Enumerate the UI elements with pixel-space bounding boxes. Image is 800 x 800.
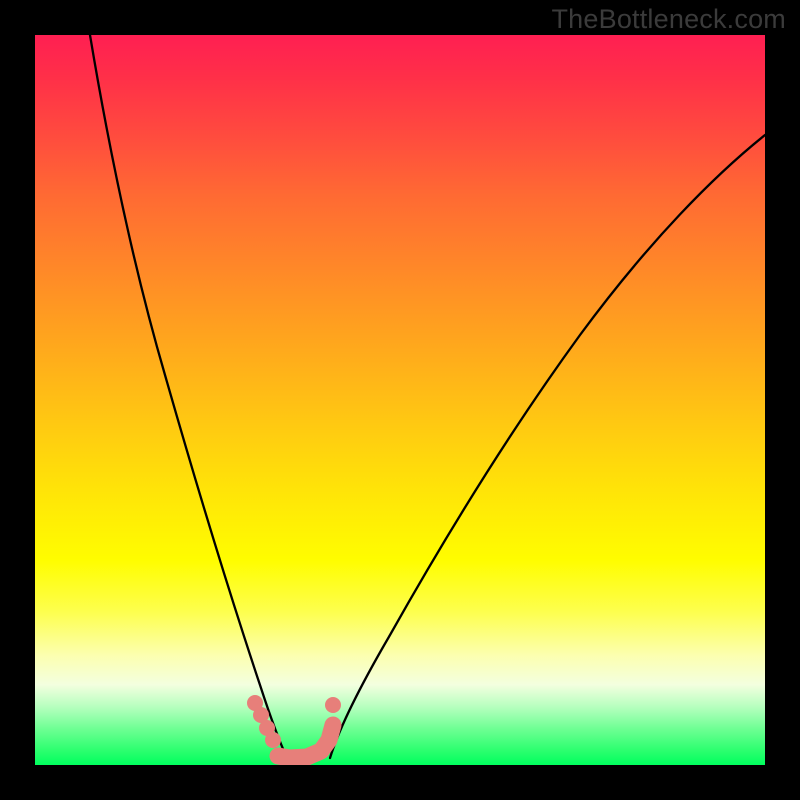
marker-dot — [265, 732, 281, 748]
chart-frame: TheBottleneck.com — [0, 0, 800, 800]
curves-svg — [35, 35, 765, 765]
marker-dot — [325, 697, 341, 713]
left-curve — [90, 35, 287, 758]
valley-marker-stroke — [278, 725, 333, 758]
watermark-text: TheBottleneck.com — [551, 4, 786, 35]
plot-area — [35, 35, 765, 765]
right-curve — [330, 135, 765, 758]
